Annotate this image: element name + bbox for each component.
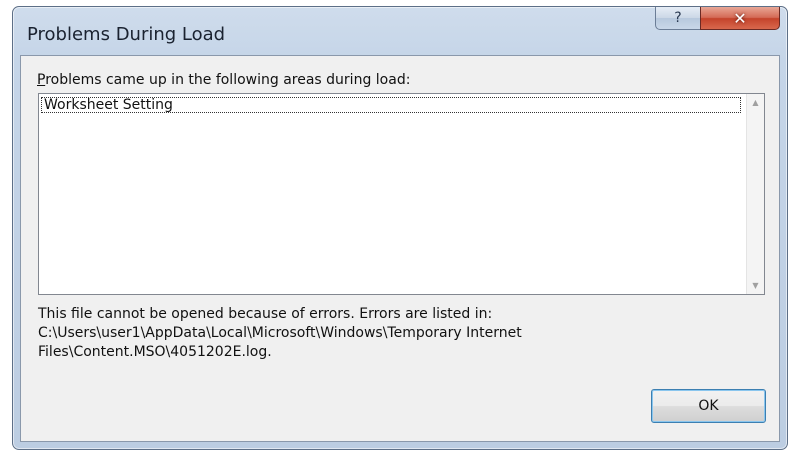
help-button[interactable]: ?	[655, 7, 701, 30]
error-log-path-line-2: Files\Content.MSO\4051202E.log.	[38, 344, 272, 360]
error-message: This file cannot be opened because of er…	[38, 305, 758, 362]
dialog-window: Problems During Load ? ✕ Problems came u…	[12, 6, 788, 450]
prompt-text: roblems came up in the following areas d…	[45, 72, 411, 88]
dialog-client-area: Problems came up in the following areas …	[20, 55, 780, 442]
close-button[interactable]: ✕	[700, 7, 780, 30]
prompt-access-key: P	[37, 72, 46, 88]
close-icon: ✕	[733, 8, 747, 28]
problems-listbox[interactable]: Worksheet Setting ▲ ▼	[38, 93, 765, 295]
vertical-scrollbar[interactable]: ▲ ▼	[746, 94, 764, 294]
ok-button[interactable]: OK	[651, 389, 766, 423]
error-log-path-line-1: C:\Users\user1\AppData\Local\Microsoft\W…	[38, 325, 522, 341]
scroll-up-icon[interactable]: ▲	[747, 94, 764, 111]
help-icon: ?	[674, 10, 682, 26]
scroll-down-icon[interactable]: ▼	[747, 277, 764, 294]
problems-prompt-label: Problems came up in the following areas …	[37, 72, 410, 88]
list-item[interactable]: Worksheet Setting	[41, 97, 741, 113]
dialog-title: Problems During Load	[27, 24, 226, 45]
error-message-line-1: This file cannot be opened because of er…	[38, 306, 493, 322]
